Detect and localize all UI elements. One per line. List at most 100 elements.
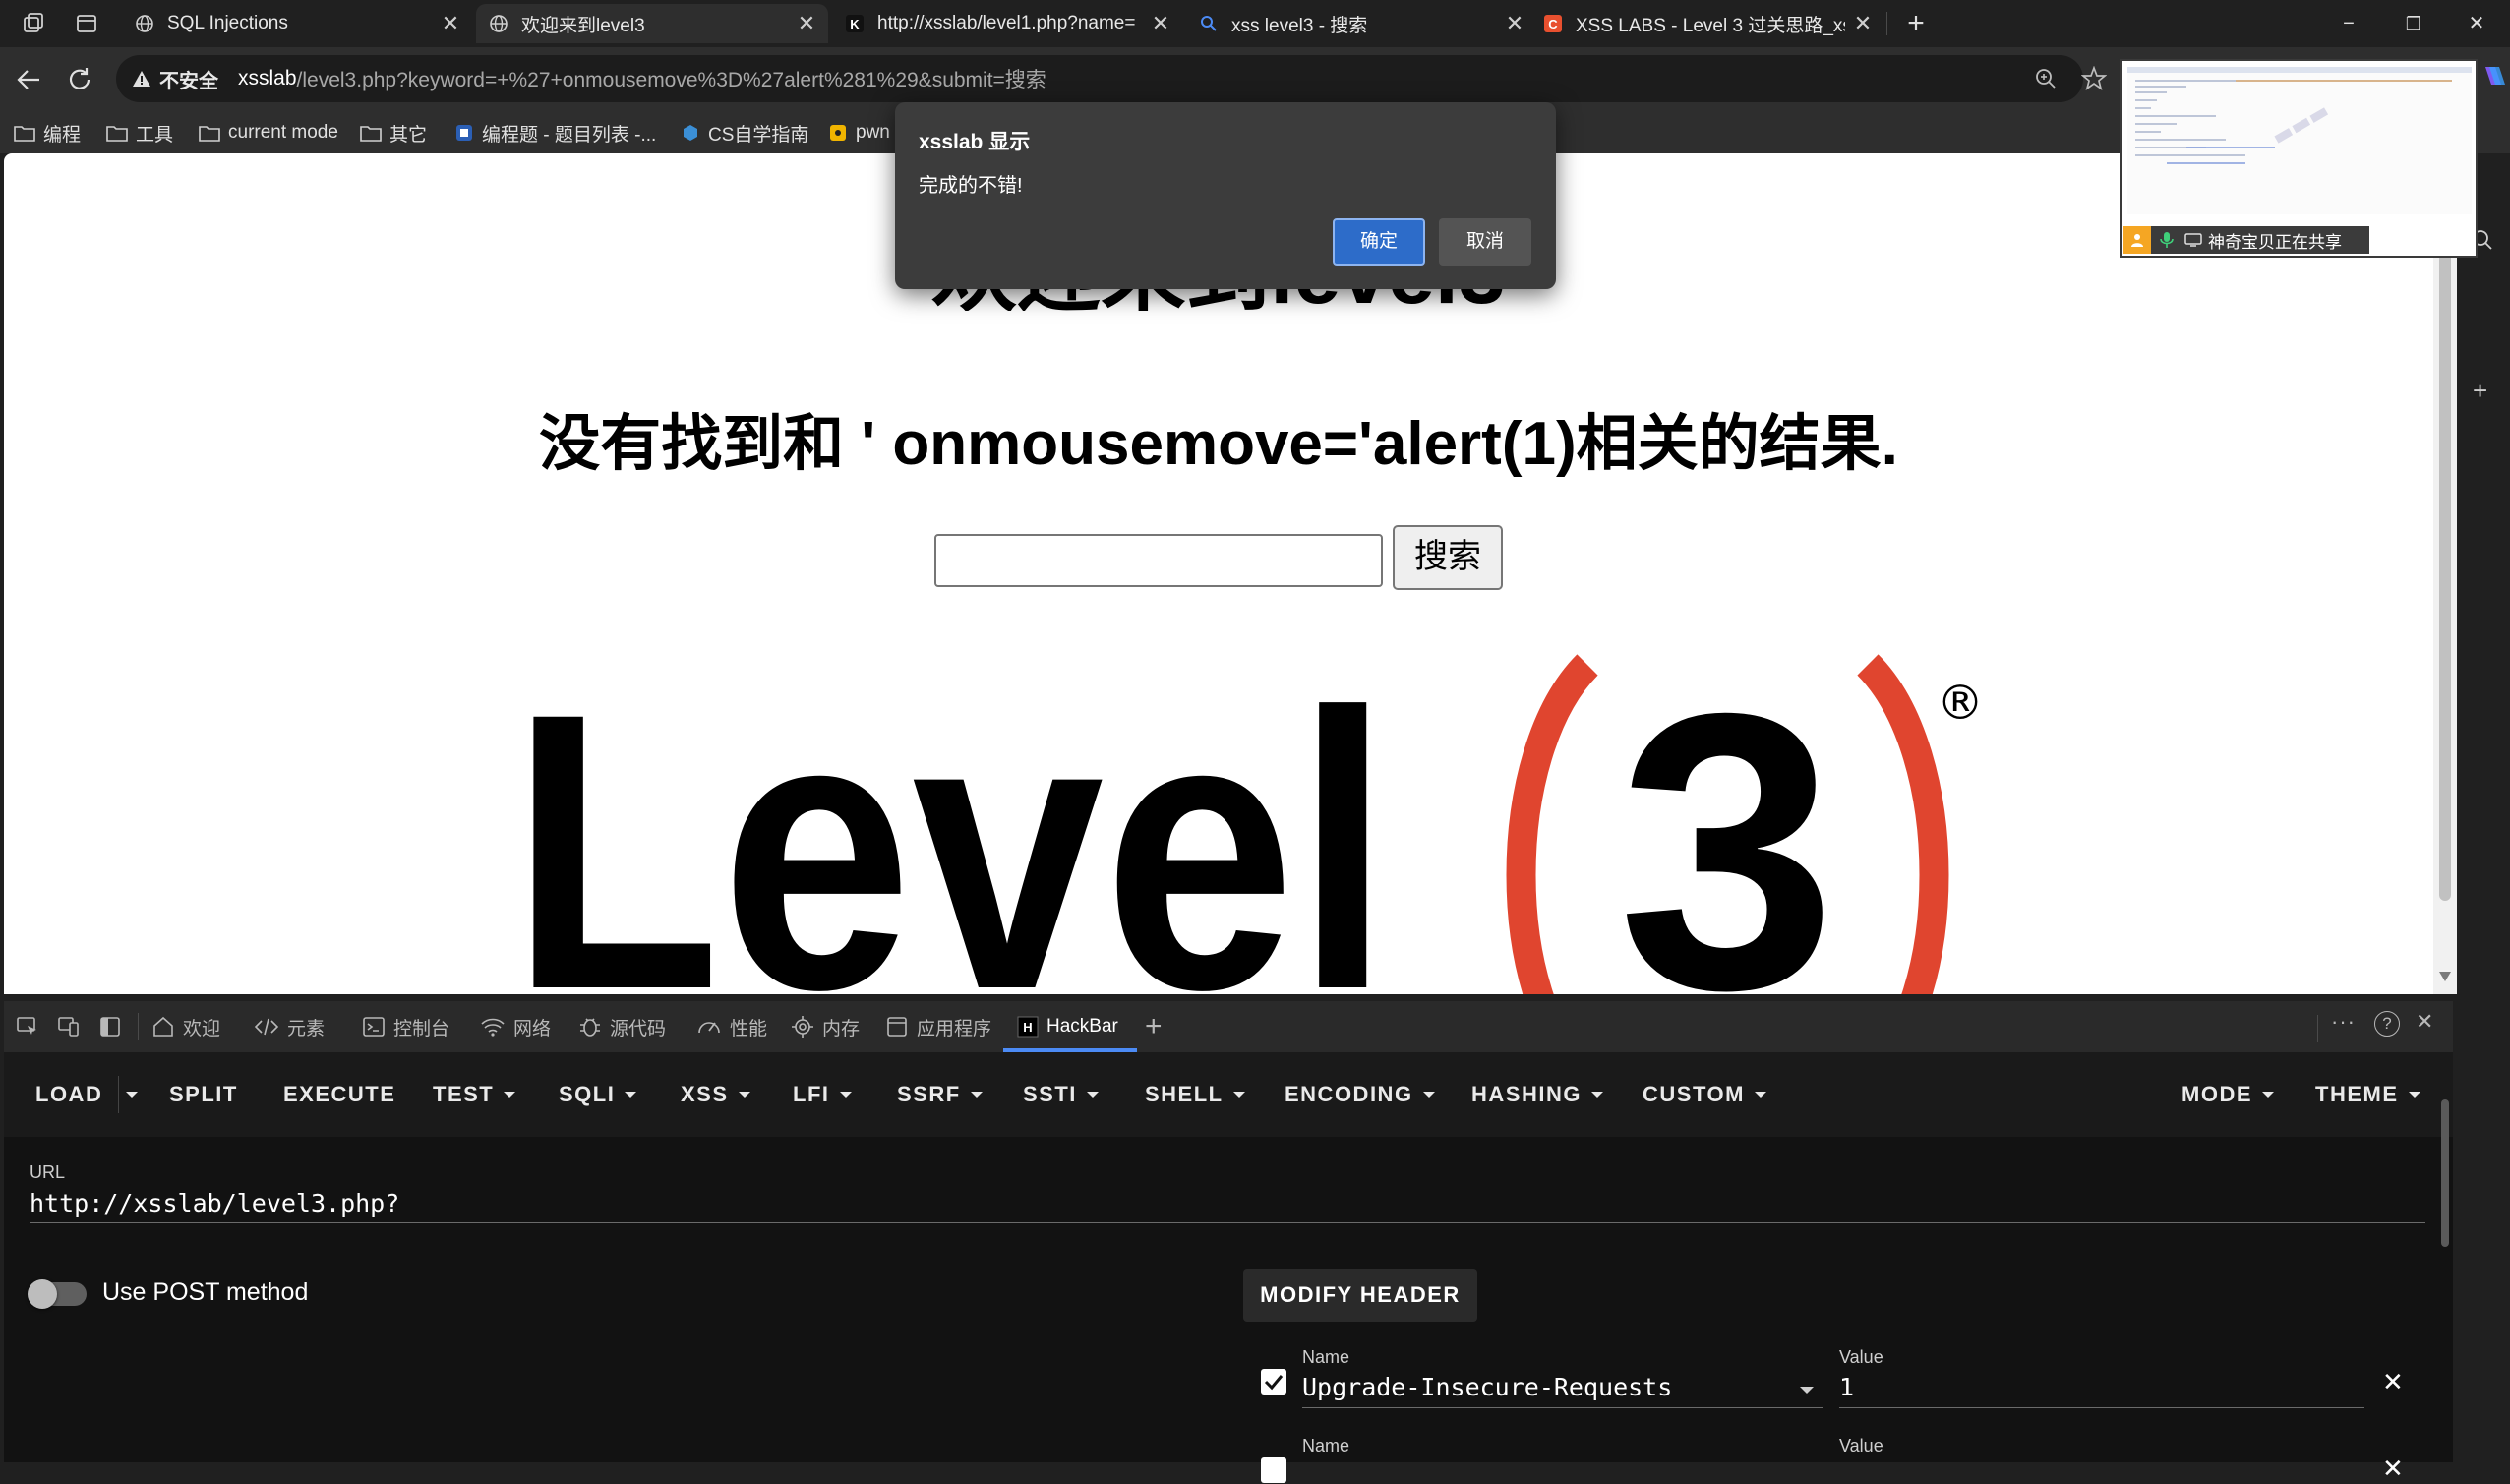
- hackbar-mode-menu[interactable]: MODE: [2181, 1052, 2274, 1137]
- devtools-tab-welcome[interactable]: 欢迎: [151, 1001, 220, 1052]
- share-thumbnail: ▬▬▬: [2127, 67, 2472, 214]
- header-enabled-checkbox[interactable]: [1261, 1369, 1286, 1395]
- bookmark-folder-other[interactable]: 其它: [360, 118, 427, 148]
- header-name-label: Name: [1302, 1347, 1350, 1367]
- hackbar-test-menu[interactable]: TEST: [433, 1052, 516, 1137]
- hackbar-lfi-menu[interactable]: LFI: [793, 1052, 852, 1137]
- microphone-icon[interactable]: [2159, 231, 2175, 249]
- url-textarea[interactable]: http://xsslab/level3.php?: [30, 1186, 2425, 1223]
- tab-actions-icon[interactable]: [75, 12, 98, 35]
- zoom-icon[interactable]: [2034, 67, 2058, 90]
- dock-side-icon[interactable]: [98, 1015, 122, 1039]
- bookmark-folder-biancheng[interactable]: 编程: [14, 118, 81, 148]
- load-dropdown-icon[interactable]: [126, 1092, 138, 1098]
- search-button[interactable]: 搜索: [1393, 525, 1503, 590]
- favorite-star-icon[interactable]: [2081, 66, 2107, 91]
- result-message: 没有找到和 ' onmousemove='alert(1)相关的结果.: [539, 410, 1898, 478]
- search-input[interactable]: [934, 534, 1383, 587]
- bug-icon: [578, 1015, 602, 1039]
- scrollbar-thumb[interactable]: [2439, 173, 2451, 901]
- device-emulation-icon[interactable]: [57, 1015, 81, 1039]
- devtools-tab-memory[interactable]: 内存: [791, 1001, 860, 1052]
- hackbar-custom-menu[interactable]: CUSTOM: [1643, 1052, 1766, 1137]
- devtools-tab-elements[interactable]: 元素: [254, 1001, 325, 1052]
- devtools-tab-hackbar[interactable]: H HackBar: [1017, 1001, 1118, 1052]
- devtools-scrollbar[interactable]: [2441, 1099, 2449, 1247]
- bookmark-folder-tools[interactable]: 工具: [106, 118, 173, 148]
- security-label[interactable]: 不安全: [159, 65, 218, 93]
- tab-level1[interactable]: K http://xsslab/level1.php?name= ✕: [832, 4, 1182, 43]
- devtools-tab-console[interactable]: 控制台: [362, 1001, 449, 1052]
- devtools-tab-performance[interactable]: 性能: [696, 1001, 767, 1052]
- header-value-input[interactable]: 1: [1839, 1369, 2364, 1408]
- warning-icon[interactable]: [132, 69, 151, 89]
- modify-header-button[interactable]: MODIFY HEADER: [1243, 1269, 1477, 1322]
- dialog-ok-button[interactable]: 确定: [1333, 218, 1425, 266]
- chevron-down-icon[interactable]: [1800, 1387, 1814, 1394]
- menu-label: SSRF: [897, 1082, 961, 1106]
- tab-search[interactable]: xss level3 - 搜索 ✕: [1186, 4, 1536, 43]
- hackbar-hashing-menu[interactable]: HASHING: [1471, 1052, 1603, 1137]
- workspaces-icon[interactable]: [22, 12, 45, 35]
- devtools-close-button[interactable]: ✕: [2416, 1009, 2433, 1035]
- inspect-element-icon[interactable]: [16, 1015, 39, 1039]
- k-logo-icon: K: [844, 13, 866, 34]
- hackbar-ssti-menu[interactable]: SSTI: [1023, 1052, 1099, 1137]
- folder-icon: [360, 124, 382, 142]
- hackbar-load-button[interactable]: LOAD: [35, 1052, 102, 1137]
- tab-close-icon[interactable]: ✕: [1151, 11, 1170, 36]
- bookmark-problem-list[interactable]: 编程题 - 题目列表 -...: [454, 118, 656, 148]
- logo-level-text: Level: [510, 645, 1391, 994]
- hackbar-split-button[interactable]: SPLIT: [169, 1052, 238, 1137]
- hackbar-theme-menu[interactable]: THEME: [2315, 1052, 2420, 1137]
- tab-close-icon[interactable]: ✕: [441, 11, 460, 36]
- share-status-bar[interactable]: 神奇宝贝正在共享: [2123, 226, 2369, 254]
- remove-header-icon[interactable]: ✕: [2382, 1454, 2404, 1484]
- tab-close-icon[interactable]: ✕: [797, 11, 816, 36]
- bookmark-cs-guide[interactable]: CS自学指南: [681, 118, 808, 148]
- hackbar-execute-button[interactable]: EXECUTE: [283, 1052, 395, 1137]
- bookmark-pwn[interactable]: pwn: [828, 118, 890, 148]
- hackbar-xss-menu[interactable]: XSS: [681, 1052, 750, 1137]
- devtools-help-button[interactable]: ?: [2374, 1011, 2400, 1037]
- restore-button[interactable]: ❐: [2396, 8, 2431, 39]
- sidebar-add-icon[interactable]: +: [2473, 376, 2487, 406]
- minimize-button[interactable]: −: [2331, 8, 2366, 39]
- menu-label: THEME: [2315, 1082, 2399, 1106]
- header-name-select[interactable]: Upgrade-Insecure-Requests: [1302, 1369, 1823, 1408]
- copilot-icon[interactable]: [2480, 63, 2506, 89]
- page-scrollbar[interactable]: [2433, 153, 2457, 994]
- url-path[interactable]: /level3.php?keyword=+%27+onmousemove%3D%…: [297, 64, 1046, 93]
- scroll-down-arrow-icon[interactable]: [2439, 972, 2451, 981]
- hackbar-shell-menu[interactable]: SHELL: [1145, 1052, 1245, 1137]
- tab-xss-labs[interactable]: C XSS LABS - Level 3 过关思路_xssla ✕: [1530, 4, 1884, 43]
- close-window-button[interactable]: ✕: [2459, 8, 2494, 39]
- tab-sql-injections[interactable]: SQL Injections ✕: [122, 4, 472, 43]
- new-tab-button[interactable]: +: [1898, 6, 1934, 41]
- devtools-add-tab-button[interactable]: +: [1145, 1007, 1163, 1046]
- reload-button[interactable]: [65, 65, 94, 94]
- hackbar-encoding-menu[interactable]: ENCODING: [1285, 1052, 1435, 1137]
- menu-label: HASHING: [1471, 1082, 1582, 1106]
- devtools-more-button[interactable]: ···: [2331, 1009, 2356, 1035]
- header-enabled-checkbox[interactable]: [1261, 1457, 1286, 1483]
- tab-level3[interactable]: 欢迎来到level3 ✕: [476, 4, 828, 43]
- devtools-tab-sources[interactable]: 源代码: [578, 1001, 666, 1052]
- hackbar-sqli-menu[interactable]: SQLI: [559, 1052, 637, 1137]
- devtools-tab-label: 网络: [513, 1018, 552, 1039]
- remove-header-icon[interactable]: ✕: [2382, 1367, 2404, 1397]
- devtools-tab-application[interactable]: 应用程序: [885, 1001, 991, 1052]
- devtools-tab-network[interactable]: 网络: [480, 1001, 551, 1052]
- address-bar[interactable]: 不安全 xsslab /level3.php?keyword=+%27+onmo…: [116, 55, 2107, 102]
- screen-share-preview[interactable]: ▬▬▬ 神奇宝贝正在共享: [2120, 59, 2478, 258]
- post-method-toggle[interactable]: [28, 1279, 87, 1309]
- bookmark-label: CS自学指南: [708, 124, 809, 146]
- url-host[interactable]: xsslab: [238, 67, 297, 90]
- tab-close-icon[interactable]: ✕: [1853, 11, 1873, 36]
- back-button[interactable]: [14, 65, 43, 94]
- dialog-cancel-button[interactable]: 取消: [1439, 218, 1531, 266]
- tab-close-icon[interactable]: ✕: [1505, 11, 1524, 36]
- hackbar-ssrf-menu[interactable]: SSRF: [897, 1052, 983, 1137]
- header-value-label: Value: [1839, 1436, 1883, 1455]
- bookmark-folder-current-mode[interactable]: current mode: [199, 118, 338, 148]
